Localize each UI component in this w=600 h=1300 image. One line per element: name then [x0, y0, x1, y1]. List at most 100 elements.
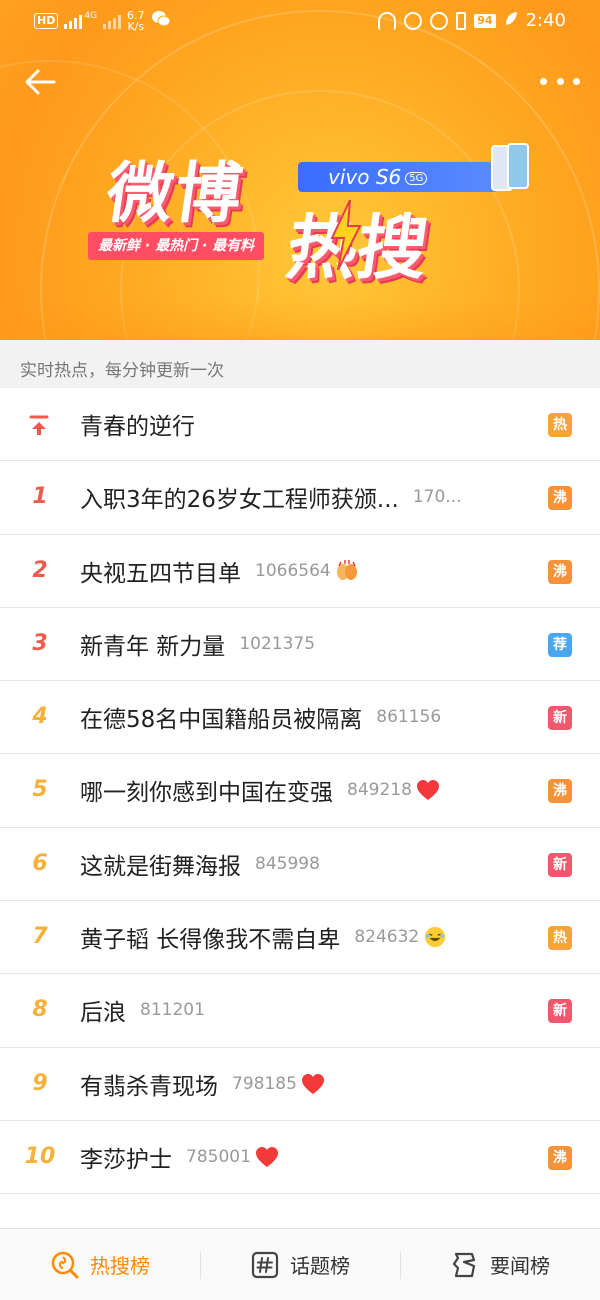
topic-title: 新青年 新力量: [80, 633, 226, 660]
status-badge: 新: [548, 999, 572, 1024]
back-button[interactable]: [20, 62, 60, 102]
search-count: 849218: [347, 780, 412, 801]
battery-level: 94: [474, 13, 496, 28]
row-content: 央视五四节目单 1066564: [80, 535, 530, 607]
rank-number: 4: [32, 704, 48, 730]
rank-number: 6: [32, 850, 48, 876]
row-content: 有翡杀青现场 798185: [80, 1048, 530, 1120]
heart-icon: [255, 1146, 278, 1167]
bottom-tab-bar: 热搜榜 话题榜 要闻榜: [0, 1228, 600, 1300]
laughing-emoji-icon: [425, 926, 446, 948]
topic-title: 有翡杀青现场: [80, 1073, 218, 1100]
search-count: 170...: [412, 487, 462, 508]
sponsor-brand: vivo S6: [328, 165, 402, 189]
realtime-hint: 实时热点，每分钟更新一次: [0, 340, 600, 388]
cheering-hands-icon: [336, 559, 357, 580]
hot-search-row[interactable]: 1 入职3年的26岁女工程师获颁... 170... 沸: [0, 461, 600, 535]
pinned-top-icon: [29, 415, 49, 435]
tab-hot-search[interactable]: 热搜榜: [0, 1229, 200, 1300]
hd-indicator: HD: [34, 13, 59, 29]
tab-topics[interactable]: 话题榜: [200, 1229, 400, 1300]
hot-search-row[interactable]: 9 有翡杀青现场 798185: [0, 1048, 600, 1121]
topic-title: 入职3年的26岁女工程师获颁...: [80, 487, 399, 514]
tab-topics-label: 话题榜: [290, 1254, 350, 1278]
news-icon: [452, 1252, 476, 1277]
row-content: 青春的逆行: [80, 388, 530, 460]
status-badge: 沸: [548, 1145, 572, 1170]
heart-icon: [416, 780, 439, 801]
rank-number: 1: [32, 484, 48, 510]
leaf-icon: [504, 11, 518, 31]
hot-search-row[interactable]: 4 在德58名中国籍船员被隔离 861156 新: [0, 681, 600, 755]
topic-title: 李莎护士: [80, 1146, 172, 1173]
status-badge: 热: [548, 413, 572, 437]
rank-number: 9: [32, 1070, 48, 1096]
search-count: 798185: [232, 1073, 297, 1094]
header-fade: [0, 300, 600, 340]
more-dot-icon: [540, 77, 547, 85]
speed-unit: K/s: [127, 20, 145, 33]
rank-number: 8: [32, 997, 48, 1023]
row-content: 这就是街舞海报 845998: [80, 828, 530, 900]
search-count: 845998: [255, 853, 320, 874]
hot-search-row[interactable]: 6 这就是街舞海报 845998 新: [0, 828, 600, 902]
nfc-icon: [404, 11, 423, 30]
more-options-button[interactable]: [540, 68, 580, 94]
hot-search-row[interactable]: 3 新青年 新力量 1021375 荐: [0, 608, 600, 682]
sponsor-pill: vivo S6 5G: [298, 162, 498, 192]
search-count: 785001: [186, 1146, 251, 1167]
status-badge: 热: [548, 926, 572, 951]
topic-title: 黄子韬 长得像我不需自卑: [80, 927, 341, 954]
row-content: 入职3年的26岁女工程师获颁... 170...: [80, 461, 530, 533]
more-dot-icon: [556, 77, 564, 85]
heart-icon: [301, 1073, 324, 1094]
vibrate-icon: [456, 11, 467, 30]
realtime-hint-text: 实时热点，每分钟更新一次: [20, 361, 224, 381]
lightning-bolt-icon: [330, 200, 362, 270]
row-content: 后浪 811201: [80, 974, 530, 1046]
topic-title: 这就是街舞海报: [80, 853, 241, 880]
banner-slogan: 最新鲜 · 最热门 · 最有料: [88, 232, 265, 260]
rank-number: 7: [32, 924, 48, 950]
status-bar: HD 4G 6.7 K/s 94 2:40: [0, 8, 600, 36]
hot-search-row[interactable]: 10 李莎护士 785001 沸: [0, 1121, 600, 1195]
rank-number: 5: [32, 777, 48, 803]
row-content: 哪一刻你感到中国在变强 849218: [80, 754, 530, 826]
back-arrow-icon: [25, 69, 56, 95]
network-type: 4G: [84, 11, 98, 21]
search-count: 1021375: [239, 633, 316, 654]
banner-title-weibo: 微博: [101, 155, 249, 232]
cell-signal-icon: [64, 13, 83, 29]
tab-news[interactable]: 要闻榜: [400, 1229, 600, 1300]
row-content: 在德58名中国籍船员被隔离 861156: [80, 681, 530, 753]
5g-badge: 5G: [405, 172, 428, 185]
search-count: 1066564: [255, 560, 331, 581]
hot-search-header: HD 4G 6.7 K/s 94 2:40 vivo S6 5G 微博 热搜 最…: [0, 0, 600, 340]
hot-search-row[interactable]: 2 央视五四节目单 1066564 沸: [0, 535, 600, 608]
tab-hot-search-label: 热搜榜: [90, 1254, 150, 1278]
hot-search-row[interactable]: 青春的逆行 热: [0, 388, 600, 462]
hot-search-row[interactable]: 8 后浪 811201 新: [0, 974, 600, 1048]
topic-title: 后浪: [80, 1000, 126, 1027]
rank-number: 2: [32, 557, 48, 583]
status-badge: 沸: [548, 486, 572, 511]
alarm-icon: [430, 11, 449, 30]
more-dot-icon: [573, 77, 580, 85]
hashtag-icon: [251, 1251, 279, 1278]
tab-news-label: 要闻榜: [490, 1254, 550, 1278]
search-count: 861156: [376, 707, 442, 728]
topic-title: 青春的逆行: [80, 414, 195, 440]
topic-title: 在德58名中国籍船员被隔离: [80, 707, 363, 734]
phone-image: [491, 143, 529, 191]
hot-search-row[interactable]: 7 黄子韬 长得像我不需自卑 824632 热: [0, 901, 600, 975]
clock: 2:40: [525, 10, 566, 31]
rank-number: 3: [32, 630, 48, 656]
hot-search-list: 青春的逆行热 1 入职3年的26岁女工程师获颁... 170... 沸 2 央视五四节目单 1…: [0, 388, 600, 1234]
topic-title: 央视五四节目单: [80, 560, 241, 587]
row-content: 黄子韬 长得像我不需自卑 824632: [80, 901, 530, 973]
wechat-notification-icon: [151, 10, 171, 32]
status-badge: 沸: [548, 559, 572, 584]
hot-search-row[interactable]: 5 哪一刻你感到中国在变强 849218 沸: [0, 754, 600, 828]
search-count: 824632: [354, 927, 420, 948]
row-content: 新青年 新力量 1021375: [80, 608, 530, 680]
